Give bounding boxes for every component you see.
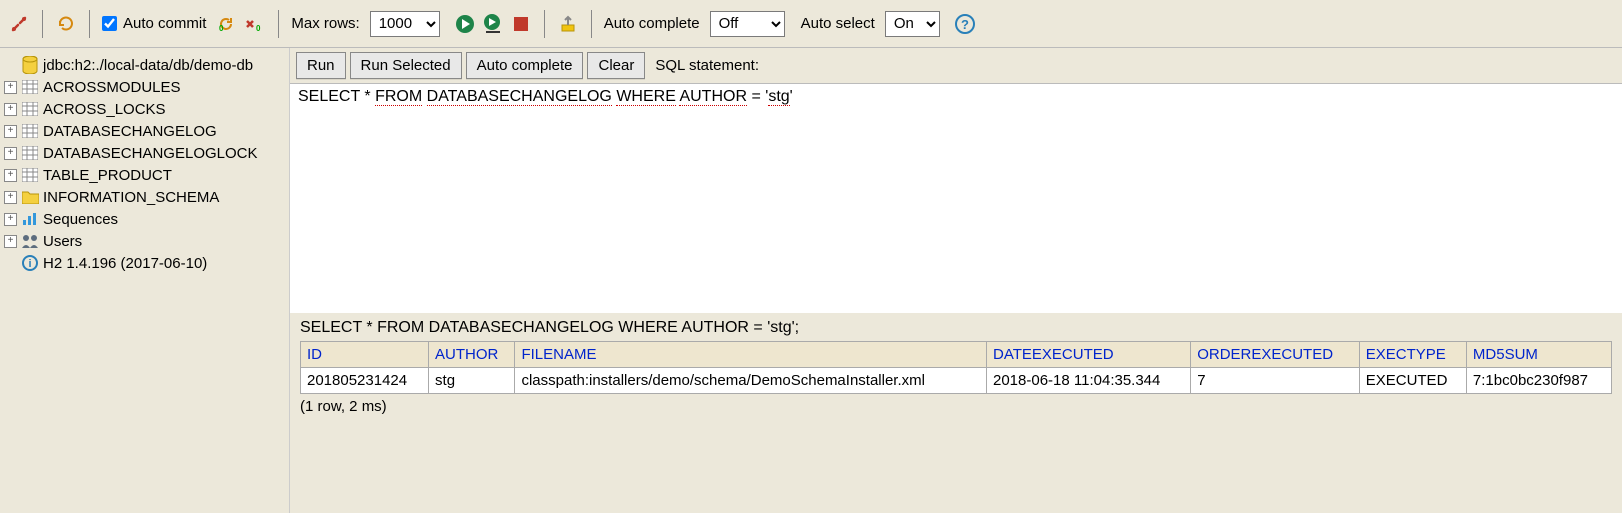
tree-item-label: DATABASECHANGELOGLOCK xyxy=(43,145,258,162)
refresh-icon[interactable] xyxy=(55,13,77,35)
disconnect-icon[interactable] xyxy=(8,13,30,35)
tree-root[interactable]: + jdbc:h2:./local-data/db/demo-db xyxy=(4,54,285,76)
db-tree-sidebar: + jdbc:h2:./local-data/db/demo-db + ACRO… xyxy=(0,48,290,513)
auto-commit-checkbox[interactable] xyxy=(102,16,117,31)
tree-version: + i H2 1.4.196 (2017-06-10) xyxy=(4,252,285,274)
table-icon xyxy=(21,122,39,140)
result-query-echo: SELECT * FROM DATABASECHANGELOG WHERE AU… xyxy=(300,319,1612,337)
auto-select-label: Auto select xyxy=(801,15,875,32)
users-icon xyxy=(21,232,39,250)
table-header-row: ID AUTHOR FILENAME DATEEXECUTED ORDEREXE… xyxy=(301,342,1612,368)
table-icon xyxy=(21,100,39,118)
sql-editor[interactable]: SELECT * FROM DATABASECHANGELOG WHERE AU… xyxy=(290,83,1622,313)
result-table: ID AUTHOR FILENAME DATEEXECUTED ORDEREXE… xyxy=(300,341,1612,394)
svg-text:i: i xyxy=(28,258,31,270)
separator xyxy=(591,10,592,38)
table-icon xyxy=(21,78,39,96)
run-selected-button[interactable]: Run Selected xyxy=(350,52,462,79)
auto-complete-button[interactable]: Auto complete xyxy=(466,52,584,79)
tree-item[interactable]: + Users xyxy=(4,230,285,252)
help-icon[interactable]: ? xyxy=(954,13,976,35)
table-cell: 201805231424 xyxy=(301,368,429,394)
tree-item-label: DATABASECHANGELOG xyxy=(43,123,217,140)
table-cell: stg xyxy=(429,368,515,394)
tree-item[interactable]: + DATABASECHANGELOG xyxy=(4,120,285,142)
table-row[interactable]: 201805231424 stg classpath:installers/de… xyxy=(301,368,1612,394)
expand-icon[interactable]: + xyxy=(4,81,17,94)
results-panel: SELECT * FROM DATABASECHANGELOG WHERE AU… xyxy=(290,313,1622,513)
svg-text:0: 0 xyxy=(219,24,224,33)
tree-item[interactable]: + ACROSS_LOCKS xyxy=(4,98,285,120)
tree-version-label: H2 1.4.196 (2017-06-10) xyxy=(43,255,207,272)
column-header[interactable]: ORDEREXECUTED xyxy=(1191,342,1360,368)
expand-icon[interactable]: + xyxy=(4,169,17,182)
tree-item-label: Users xyxy=(43,233,82,250)
column-header[interactable]: AUTHOR xyxy=(429,342,515,368)
tree-item-label: ACROSSMODULES xyxy=(43,79,181,96)
tree-item[interactable]: + TABLE_PRODUCT xyxy=(4,164,285,186)
expand-icon[interactable]: + xyxy=(4,213,17,226)
sequences-icon xyxy=(21,210,39,228)
max-rows-label: Max rows: xyxy=(291,15,359,32)
table-cell: 7 xyxy=(1191,368,1360,394)
tree-item-label: Sequences xyxy=(43,211,118,228)
auto-complete-select[interactable]: Off xyxy=(710,11,785,37)
tree-item-label: INFORMATION_SCHEMA xyxy=(43,189,219,206)
commit-icon[interactable]: 0 xyxy=(216,13,238,35)
tree-item[interactable]: + Sequences xyxy=(4,208,285,230)
table-icon xyxy=(21,144,39,162)
separator xyxy=(278,10,279,38)
tree-item-label: ACROSS_LOCKS xyxy=(43,101,166,118)
result-meta: (1 row, 2 ms) xyxy=(300,398,1612,415)
column-header[interactable]: ID xyxy=(301,342,429,368)
run-button[interactable]: Run xyxy=(296,52,346,79)
table-cell: 2018-06-18 11:04:35.344 xyxy=(987,368,1191,394)
tree-item[interactable]: + DATABASECHANGELOGLOCK xyxy=(4,142,285,164)
stop-icon[interactable] xyxy=(510,13,532,35)
tree-item-label: TABLE_PRODUCT xyxy=(43,167,172,184)
table-cell: 7:1bc0bc230f987 xyxy=(1466,368,1611,394)
expand-icon[interactable]: + xyxy=(4,125,17,138)
info-icon: i xyxy=(21,254,39,272)
sql-toolbar: Run Run Selected Auto complete Clear SQL… xyxy=(290,48,1622,83)
sql-statement-label: SQL statement: xyxy=(655,57,759,74)
svg-text:0: 0 xyxy=(256,24,261,33)
svg-text:?: ? xyxy=(961,17,969,32)
max-rows-select[interactable]: 1000 xyxy=(370,11,440,37)
run-selected-icon[interactable] xyxy=(482,13,504,35)
run-icon[interactable] xyxy=(454,13,476,35)
column-header[interactable]: DATEEXECUTED xyxy=(987,342,1191,368)
expand-icon[interactable]: + xyxy=(4,235,17,248)
auto-select-select[interactable]: On xyxy=(885,11,940,37)
tree-root-label: jdbc:h2:./local-data/db/demo-db xyxy=(43,57,253,74)
separator xyxy=(89,10,90,38)
main-area: + jdbc:h2:./local-data/db/demo-db + ACRO… xyxy=(0,48,1622,513)
column-header[interactable]: MD5SUM xyxy=(1466,342,1611,368)
auto-commit-label: Auto commit xyxy=(123,15,206,32)
history-icon[interactable] xyxy=(557,13,579,35)
database-icon xyxy=(21,56,39,74)
top-toolbar: Auto commit 0 0 Max rows: 1000 Auto comp… xyxy=(0,0,1622,48)
tree-item[interactable]: + ACROSSMODULES xyxy=(4,76,285,98)
sql-text: SELECT * FROM DATABASECHANGELOG WHERE AU… xyxy=(298,88,793,106)
expand-icon[interactable]: + xyxy=(4,103,17,116)
table-icon xyxy=(21,166,39,184)
separator xyxy=(544,10,545,38)
folder-icon xyxy=(21,188,39,206)
table-cell: classpath:installers/demo/schema/DemoSch… xyxy=(515,368,987,394)
column-header[interactable]: FILENAME xyxy=(515,342,987,368)
rollback-icon[interactable]: 0 xyxy=(244,13,266,35)
separator xyxy=(42,10,43,38)
expand-icon[interactable]: + xyxy=(4,147,17,160)
content-area: Run Run Selected Auto complete Clear SQL… xyxy=(290,48,1622,513)
auto-complete-label: Auto complete xyxy=(604,15,700,32)
table-cell: EXECUTED xyxy=(1359,368,1466,394)
column-header[interactable]: EXECTYPE xyxy=(1359,342,1466,368)
tree-item[interactable]: + INFORMATION_SCHEMA xyxy=(4,186,285,208)
clear-button[interactable]: Clear xyxy=(587,52,645,79)
expand-icon[interactable]: + xyxy=(4,191,17,204)
